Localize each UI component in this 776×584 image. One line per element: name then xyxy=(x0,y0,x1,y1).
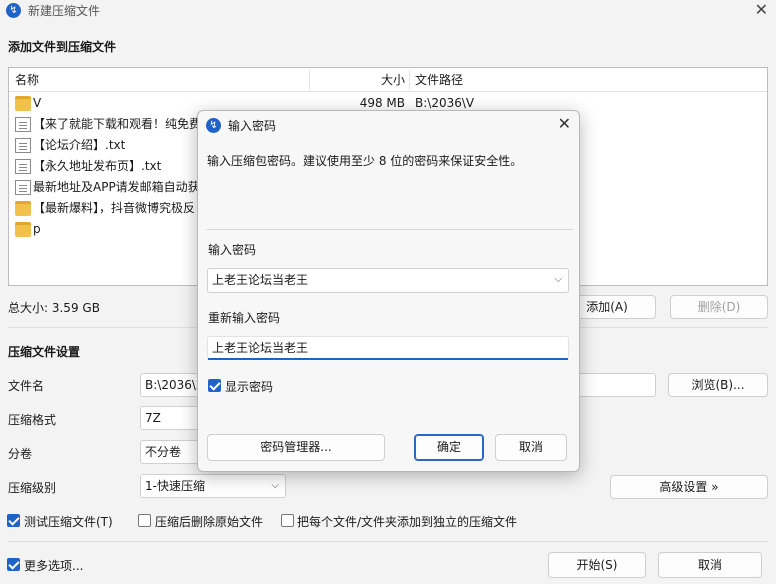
folder-icon xyxy=(15,222,31,237)
dialog-title-bar: ↯ 输入密码 ✕ xyxy=(198,111,579,139)
input-focus-underline xyxy=(208,358,568,360)
chevron-down-icon: ⌵ xyxy=(271,480,279,491)
format-label: 压缩格式 xyxy=(8,413,57,427)
text-file-icon xyxy=(15,138,31,153)
browse-button[interactable]: 浏览(B)... xyxy=(668,373,768,397)
text-file-icon xyxy=(15,159,31,174)
filename-label: 文件名 xyxy=(8,379,45,393)
confirm-password-input[interactable]: 上老王论坛当老王 xyxy=(207,336,569,360)
split-label: 分卷 xyxy=(8,447,33,461)
password-dialog: ↯ 输入密码 ✕ 输入压缩包密码。建议使用至少 8 位的密码来保证安全性。 输入… xyxy=(197,110,580,472)
test-archive-checkbox[interactable] xyxy=(7,514,20,527)
title-bar: ↯ 新建压缩文件 ✕ xyxy=(0,0,776,22)
dialog-title: 输入密码 xyxy=(228,119,277,133)
password-input[interactable]: 上老王论坛当老王 ⌵ xyxy=(207,268,569,293)
add-section-title: 添加文件到压缩文件 xyxy=(8,40,117,54)
chevron-down-icon[interactable]: ⌵ xyxy=(554,269,562,291)
settings-section-title: 压缩文件设置 xyxy=(8,345,81,359)
divider xyxy=(8,541,768,542)
archive-app-icon: ↯ xyxy=(6,3,21,18)
password-manager-button[interactable]: 密码管理器... xyxy=(207,434,385,461)
delete-after-checkbox[interactable] xyxy=(138,514,151,527)
archive-app-icon: ↯ xyxy=(206,118,221,133)
column-header-name[interactable]: 名称 xyxy=(15,68,39,92)
start-button[interactable]: 开始(S) xyxy=(548,552,646,578)
show-password-checkbox[interactable] xyxy=(208,379,221,392)
delete-after-label: 压缩后删除原始文件 xyxy=(155,515,264,529)
level-label: 压缩级别 xyxy=(8,481,57,495)
dialog-cancel-button[interactable]: 取消 xyxy=(495,434,567,461)
file-list-header: 名称 大小 文件路径 xyxy=(9,68,767,92)
folder-icon xyxy=(15,201,31,216)
password-label: 输入密码 xyxy=(208,243,257,257)
divider xyxy=(206,229,573,230)
more-options-label: 更多选项... xyxy=(24,559,84,573)
close-icon[interactable]: ✕ xyxy=(558,114,571,133)
close-icon[interactable]: ✕ xyxy=(755,0,768,19)
dialog-description: 输入压缩包密码。建议使用至少 8 位的密码来保证安全性。 xyxy=(207,154,523,168)
more-options-checkbox[interactable] xyxy=(7,558,20,571)
folder-icon xyxy=(15,96,31,111)
column-header-size[interactable]: 大小 xyxy=(369,68,405,92)
total-size: 总大小: 3.59 GB xyxy=(8,301,100,315)
advanced-settings-button[interactable]: 高级设置 » xyxy=(610,475,768,499)
separate-archives-checkbox[interactable] xyxy=(281,514,294,527)
show-password-label: 显示密码 xyxy=(225,380,274,394)
text-file-icon xyxy=(15,180,31,195)
level-select[interactable]: 1-快速压缩 ⌵ xyxy=(140,474,286,498)
separate-archives-label: 把每个文件/文件夹添加到独立的压缩文件 xyxy=(297,515,518,529)
text-file-icon xyxy=(15,117,31,132)
delete-button[interactable]: 删除(D) xyxy=(670,295,768,319)
test-archive-label: 测试压缩文件(T) xyxy=(24,515,113,529)
confirm-password-label: 重新输入密码 xyxy=(208,311,281,325)
window-title: 新建压缩文件 xyxy=(28,4,101,18)
cancel-button[interactable]: 取消 xyxy=(658,552,762,578)
ok-button[interactable]: 确定 xyxy=(414,434,484,461)
column-header-path[interactable]: 文件路径 xyxy=(415,68,463,92)
